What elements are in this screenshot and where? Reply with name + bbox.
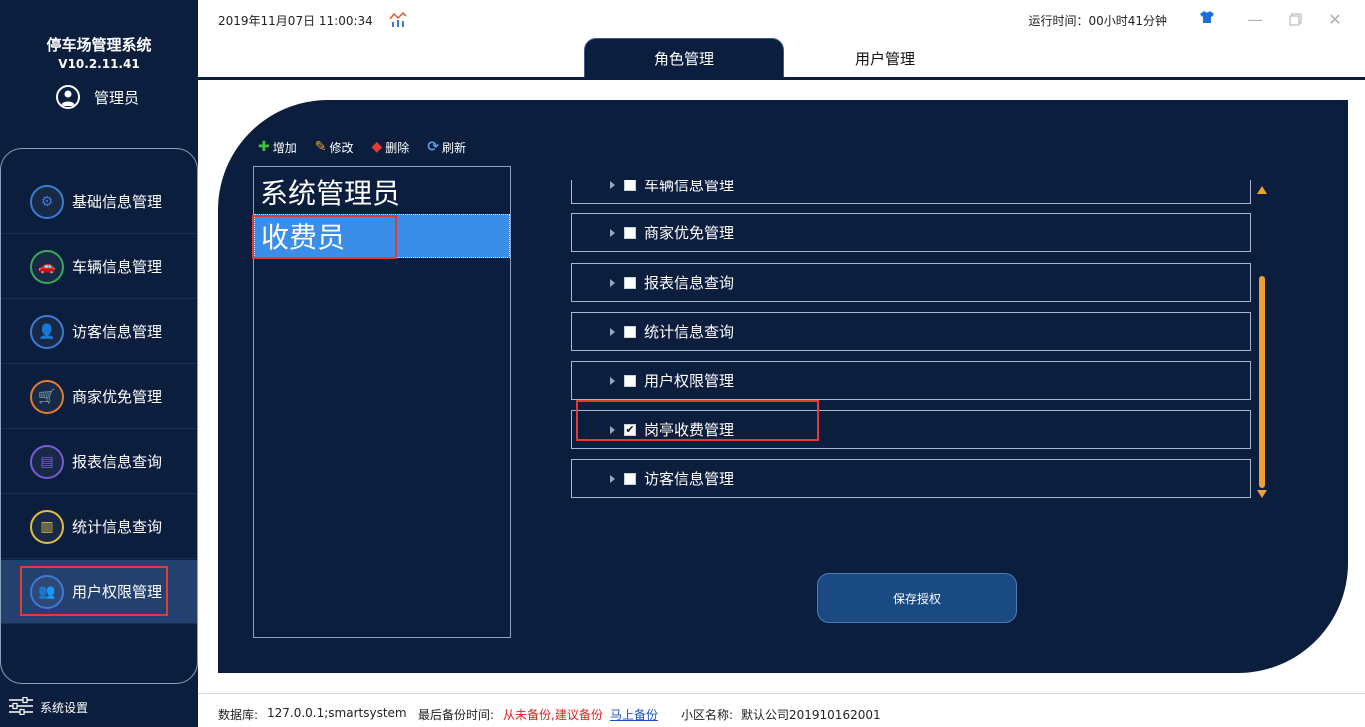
maximize-icon[interactable]	[1282, 6, 1308, 32]
permission-checkbox[interactable]	[624, 374, 636, 387]
permission-checkbox[interactable]	[624, 325, 636, 338]
refresh-icon: ⟳	[427, 139, 440, 155]
backup-now-link[interactable]: 马上备份	[610, 706, 658, 723]
sidebar-item-label: 商家优免管理	[72, 388, 163, 406]
delete-button[interactable]: ◆ 删除	[372, 139, 410, 156]
permission-checkbox[interactable]	[624, 276, 636, 289]
app-title: 停车场管理系统	[46, 36, 152, 54]
permission-checkbox[interactable]	[624, 226, 636, 239]
community-value: 默认公司201910162001	[741, 708, 881, 722]
sidebar-item-visitor-info[interactable]: 👤 访客信息管理	[1, 300, 197, 364]
report-icon: ▤	[30, 444, 64, 479]
save-authorization-button[interactable]: 保存授权	[817, 573, 1017, 623]
permission-row[interactable]: ✔ 岗亭收费管理	[571, 410, 1251, 449]
community-label: 小区名称:	[681, 708, 734, 722]
title-bar: 2019年11月07日 11:00:34 运行时间：00小时41分钟 — ✕	[198, 0, 1365, 38]
refresh-button[interactable]: ⟳ 刷新	[427, 139, 466, 156]
sidebar-item-statistics-query[interactable]: ▥ 统计信息查询	[1, 495, 197, 559]
users-icon: 👥	[30, 574, 64, 609]
permission-row[interactable]: 用户权限管理	[571, 361, 1251, 400]
expand-arrow-icon[interactable]	[610, 376, 615, 385]
system-settings-button[interactable]: 系统设置	[8, 696, 89, 718]
expand-arrow-icon[interactable]	[610, 327, 615, 336]
permission-label: 商家优免管理	[644, 224, 735, 242]
add-label: 增加	[272, 140, 297, 155]
backup-time-value: 从未备份,建议备份	[503, 708, 603, 722]
scrollbar-thumb[interactable]	[1259, 276, 1265, 488]
app-window: 停车场管理系统 V10.2.11.41 管理员 ⚙ 基础信息管理 🚗 车辆信息管…	[0, 0, 1365, 727]
permission-row[interactable]: 访客信息管理	[571, 459, 1251, 498]
sidebar-item-label: 基础信息管理	[72, 193, 163, 211]
permission-checkbox[interactable]	[624, 180, 636, 191]
expand-arrow-icon[interactable]	[610, 474, 615, 483]
add-button[interactable]: ✚ 增加	[258, 139, 297, 156]
sidebar-item-basic-info[interactable]: ⚙ 基础信息管理	[1, 170, 197, 234]
role-item-cashier[interactable]: 收费员	[254, 214, 510, 258]
permission-tree[interactable]: 车辆信息管理 商家优免管理 报表信息查询 统计信息查询 用户权限管理 ✔ 岗亭收…	[571, 180, 1251, 500]
delete-label: 删除	[385, 140, 410, 155]
toolbar: ✚ 增加 ✎ 修改 ◆ 删除 ⟳ 刷新	[258, 137, 484, 157]
permission-label: 岗亭收费管理	[644, 421, 735, 439]
settings-sliders-icon	[8, 696, 34, 718]
permission-label: 访客信息管理	[644, 470, 735, 488]
sidebar-item-label: 用户权限管理	[72, 583, 163, 601]
permission-row[interactable]: 车辆信息管理	[571, 180, 1251, 204]
settings-label: 系统设置	[40, 700, 89, 715]
sidebar-item-label: 报表信息查询	[72, 453, 163, 471]
edit-label: 修改	[329, 140, 354, 155]
sidebar: 停车场管理系统 V10.2.11.41 管理员 ⚙ 基础信息管理 🚗 车辆信息管…	[0, 0, 198, 727]
permission-label: 统计信息查询	[644, 323, 735, 341]
stats-icon: ▥	[30, 509, 64, 544]
db-value: 127.0.0.1;smartsystem	[267, 706, 407, 720]
pencil-icon: ✎	[314, 139, 327, 155]
tab-underline	[198, 77, 1365, 80]
user-name: 管理员	[94, 88, 140, 107]
permission-row[interactable]: 统计信息查询	[571, 312, 1251, 351]
tab-role-management[interactable]: 角色管理	[584, 38, 784, 78]
skin-shirt-icon[interactable]	[1199, 10, 1215, 28]
expand-arrow-icon[interactable]	[610, 228, 615, 237]
sidebar-item-merchant-discount[interactable]: 🛒 商家优免管理	[1, 365, 197, 429]
cart-icon: 🛒	[30, 379, 64, 414]
permission-label: 车辆信息管理	[644, 180, 735, 194]
sidebar-item-label: 统计信息查询	[72, 518, 163, 536]
permission-label: 报表信息查询	[644, 274, 735, 292]
expand-arrow-icon[interactable]	[610, 278, 615, 287]
close-icon[interactable]: ✕	[1322, 6, 1348, 32]
permission-checkbox-checked[interactable]: ✔	[624, 423, 636, 436]
user-info[interactable]: 管理员	[56, 85, 139, 109]
role-item-admin[interactable]: 系统管理员	[254, 170, 510, 214]
plus-icon: ✚	[258, 139, 270, 155]
edit-button[interactable]: ✎ 修改	[315, 139, 354, 156]
chart-icon[interactable]	[389, 10, 407, 28]
status-bar: 数据库: 127.0.0.1;smartsystem 最后备份时间: 从未备份,…	[198, 693, 1365, 727]
sidebar-item-label: 访客信息管理	[72, 323, 163, 341]
sidebar-item-label: 车辆信息管理	[72, 258, 163, 276]
permission-checkbox[interactable]	[624, 472, 636, 485]
car-icon: 🚗	[30, 249, 64, 284]
sidebar-item-report-query[interactable]: ▤ 报表信息查询	[1, 430, 197, 494]
user-avatar-icon	[56, 85, 80, 109]
sidebar-item-vehicle-info[interactable]: 🚗 车辆信息管理	[1, 235, 197, 299]
tab-user-management[interactable]: 用户管理	[785, 38, 985, 78]
scroll-up-arrow-icon[interactable]	[1257, 186, 1267, 194]
permission-label: 用户权限管理	[644, 372, 735, 390]
permission-row[interactable]: 商家优免管理	[571, 213, 1251, 252]
role-list[interactable]: 系统管理员 收费员	[253, 166, 511, 638]
run-time: 运行时间：00小时41分钟	[1028, 14, 1167, 28]
db-label: 数据库:	[218, 708, 259, 722]
scroll-down-arrow-icon[interactable]	[1257, 490, 1267, 498]
minimize-icon[interactable]: —	[1242, 6, 1268, 32]
app-version: V10.2.11.41	[58, 57, 140, 71]
sidebar-item-user-permissions[interactable]: 👥 用户权限管理	[1, 560, 197, 624]
current-datetime: 2019年11月07日 11:00:34	[218, 14, 373, 28]
refresh-label: 刷新	[442, 140, 467, 155]
backup-time-label: 最后备份时间:	[418, 708, 495, 722]
eraser-icon: ◆	[371, 139, 383, 155]
permission-row[interactable]: 报表信息查询	[571, 263, 1251, 302]
expand-arrow-icon[interactable]	[610, 180, 615, 189]
visitor-icon: 👤	[30, 314, 64, 349]
expand-arrow-icon[interactable]	[610, 425, 615, 434]
gear-icon: ⚙	[30, 184, 64, 219]
